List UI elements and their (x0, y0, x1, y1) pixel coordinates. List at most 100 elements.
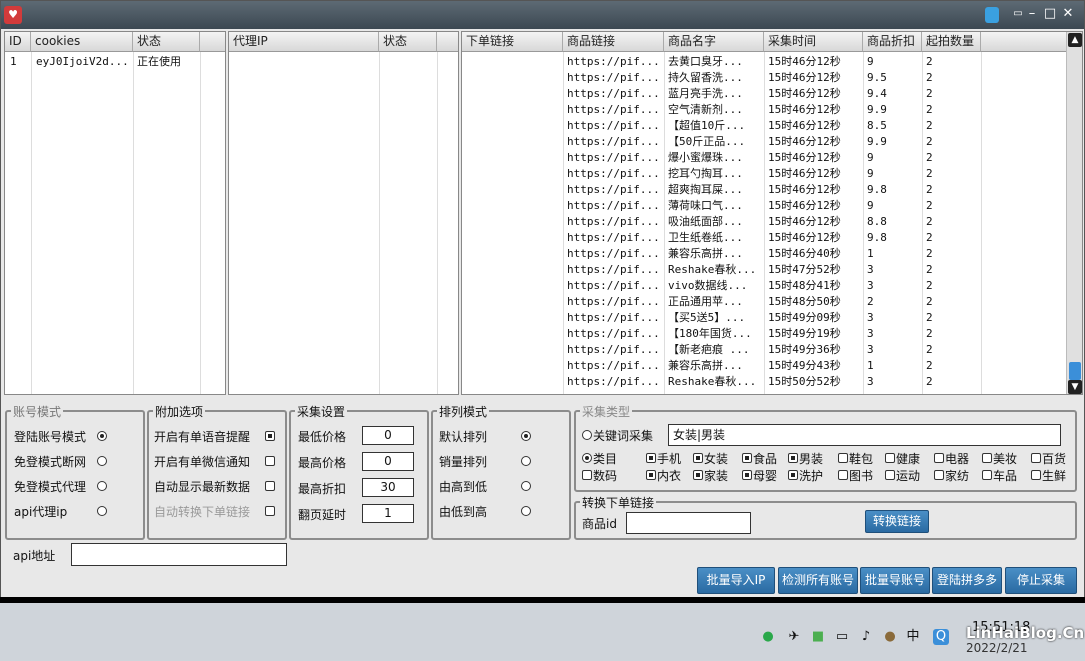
item-cell[interactable] (466, 246, 562, 262)
item-cell[interactable]: 2 (926, 166, 980, 182)
vertical-scrollbar[interactable]: ▲ ▼ (1066, 32, 1082, 394)
item-cell[interactable]: https://pif... (567, 278, 663, 294)
collect-field-input[interactable]: 0 (362, 426, 414, 445)
item-cell[interactable]: Reshake春秋... (668, 262, 764, 278)
item-cell[interactable]: https://pif... (567, 198, 663, 214)
item-cell[interactable] (466, 70, 562, 86)
item-cell[interactable]: 15时46分12秒 (768, 102, 862, 118)
col-header-id[interactable]: ID (5, 32, 31, 52)
extra-option-checkbox[interactable] (265, 431, 275, 441)
col-header-cookies[interactable]: cookies (31, 32, 133, 52)
item-cell[interactable] (466, 326, 562, 342)
category-checkbox[interactable] (1031, 470, 1041, 480)
col-header-item-link[interactable]: 商品链接 (563, 32, 664, 52)
item-cell[interactable] (466, 118, 562, 134)
item-cell[interactable]: 2 (926, 54, 980, 70)
stop-collect-button[interactable]: 停止采集 (1005, 567, 1077, 594)
category-checkbox[interactable] (982, 453, 992, 463)
nvidia-icon[interactable]: ■ (810, 629, 826, 645)
extra-option-checkbox[interactable] (265, 481, 275, 491)
item-cell[interactable]: 2 (926, 118, 980, 134)
item-cell[interactable]: https://pif... (567, 246, 663, 262)
category-checkbox[interactable] (934, 470, 944, 480)
item-cell[interactable]: https://pif... (567, 230, 663, 246)
item-cell[interactable]: 15时46分12秒 (768, 54, 862, 70)
item-cell[interactable]: https://pif... (567, 342, 663, 358)
item-cell[interactable]: 2 (926, 374, 980, 390)
item-cell[interactable]: 15时46分12秒 (768, 70, 862, 86)
item-cell[interactable]: 8.8 (867, 214, 921, 230)
tshirt-icon[interactable] (985, 7, 999, 23)
item-cell[interactable]: 兼容乐高拼... (668, 246, 764, 262)
item-cell[interactable]: 2 (926, 326, 980, 342)
item-cell[interactable] (466, 310, 562, 326)
item-cell[interactable]: 9.5 (867, 70, 921, 86)
item-cell[interactable] (466, 102, 562, 118)
sort-option-radio[interactable] (521, 456, 531, 466)
item-cell[interactable]: 吸油纸面部... (668, 214, 764, 230)
item-cell[interactable] (466, 198, 562, 214)
item-cell[interactable]: 【买5送5】... (668, 310, 764, 326)
extra-option-checkbox[interactable] (265, 456, 275, 466)
category-checkbox[interactable] (693, 453, 703, 463)
account-mode-radio[interactable] (97, 506, 107, 516)
category-checkbox[interactable] (693, 470, 703, 480)
category-checkbox[interactable] (646, 453, 656, 463)
collect-field-input[interactable]: 0 (362, 452, 414, 471)
item-cell[interactable] (466, 358, 562, 374)
wechat-icon[interactable]: ● (760, 629, 776, 645)
item-cell[interactable]: 9 (867, 166, 921, 182)
item-cell[interactable] (466, 262, 562, 278)
item-cell[interactable]: 15时46分12秒 (768, 166, 862, 182)
category-checkbox[interactable] (742, 470, 752, 480)
item-cell[interactable]: 正品通用苹... (668, 294, 764, 310)
item-cell[interactable]: 3 (867, 262, 921, 278)
item-cell[interactable]: 15时49分43秒 (768, 358, 862, 374)
item-cell[interactable]: 2 (926, 102, 980, 118)
item-cell[interactable]: 3 (867, 326, 921, 342)
category-checkbox[interactable] (838, 470, 848, 480)
scroll-up-icon[interactable]: ▲ (1068, 33, 1082, 47)
account-mode-radio[interactable] (97, 431, 107, 441)
item-cell[interactable]: 挖耳勺掏耳... (668, 166, 764, 182)
item-cell[interactable]: 1 (867, 246, 921, 262)
keyword-input[interactable]: 女装|男装 (668, 424, 1061, 446)
item-cell[interactable]: 超爽掏耳屎... (668, 182, 764, 198)
convert-link-button[interactable]: 转换链接 (865, 510, 929, 533)
item-cell[interactable]: 2 (926, 342, 980, 358)
item-cell[interactable] (466, 166, 562, 182)
item-cell[interactable]: 2 (926, 150, 980, 166)
item-cell[interactable]: 15时46分12秒 (768, 134, 862, 150)
item-cell[interactable]: https://pif... (567, 310, 663, 326)
item-cell[interactable]: 15时49分36秒 (768, 342, 862, 358)
col-header-discount[interactable]: 商品折扣 (863, 32, 922, 52)
item-cell[interactable]: 2 (926, 182, 980, 198)
item-cell[interactable] (466, 86, 562, 102)
item-cell[interactable]: 9 (867, 54, 921, 70)
login-pdd-button[interactable]: 登陆拼多多 (932, 567, 1002, 594)
close-icon[interactable]: ✕ (1059, 5, 1077, 23)
col-header-collect-time[interactable]: 采集时间 (764, 32, 863, 52)
item-cell[interactable]: 【新老疤痕 ... (668, 342, 764, 358)
item-id-input[interactable] (626, 512, 751, 534)
volume-icon[interactable]: ♪ (858, 629, 874, 645)
item-cell[interactable]: 2 (926, 278, 980, 294)
item-cell[interactable]: https://pif... (567, 86, 663, 102)
item-cell[interactable]: 15时46分12秒 (768, 182, 862, 198)
category-checkbox[interactable] (582, 470, 592, 480)
item-cell[interactable] (466, 134, 562, 150)
import-accounts-button[interactable]: 批量导账号 (860, 567, 930, 594)
item-cell[interactable]: 2 (926, 214, 980, 230)
item-cell[interactable] (466, 182, 562, 198)
account-mode-radio[interactable] (97, 481, 107, 491)
item-cell[interactable]: 9 (867, 198, 921, 214)
item-cell[interactable]: https://pif... (567, 166, 663, 182)
account-mode-radio[interactable] (97, 456, 107, 466)
item-cell[interactable]: https://pif... (567, 326, 663, 342)
col-header-min-qty[interactable]: 起拍数量 (922, 32, 981, 52)
item-cell[interactable]: 薄荷味口气... (668, 198, 764, 214)
item-cell[interactable] (466, 294, 562, 310)
account-id[interactable]: 1 (10, 54, 30, 70)
item-cell[interactable]: https://pif... (567, 374, 663, 390)
qq-icon[interactable]: Q (933, 629, 949, 645)
